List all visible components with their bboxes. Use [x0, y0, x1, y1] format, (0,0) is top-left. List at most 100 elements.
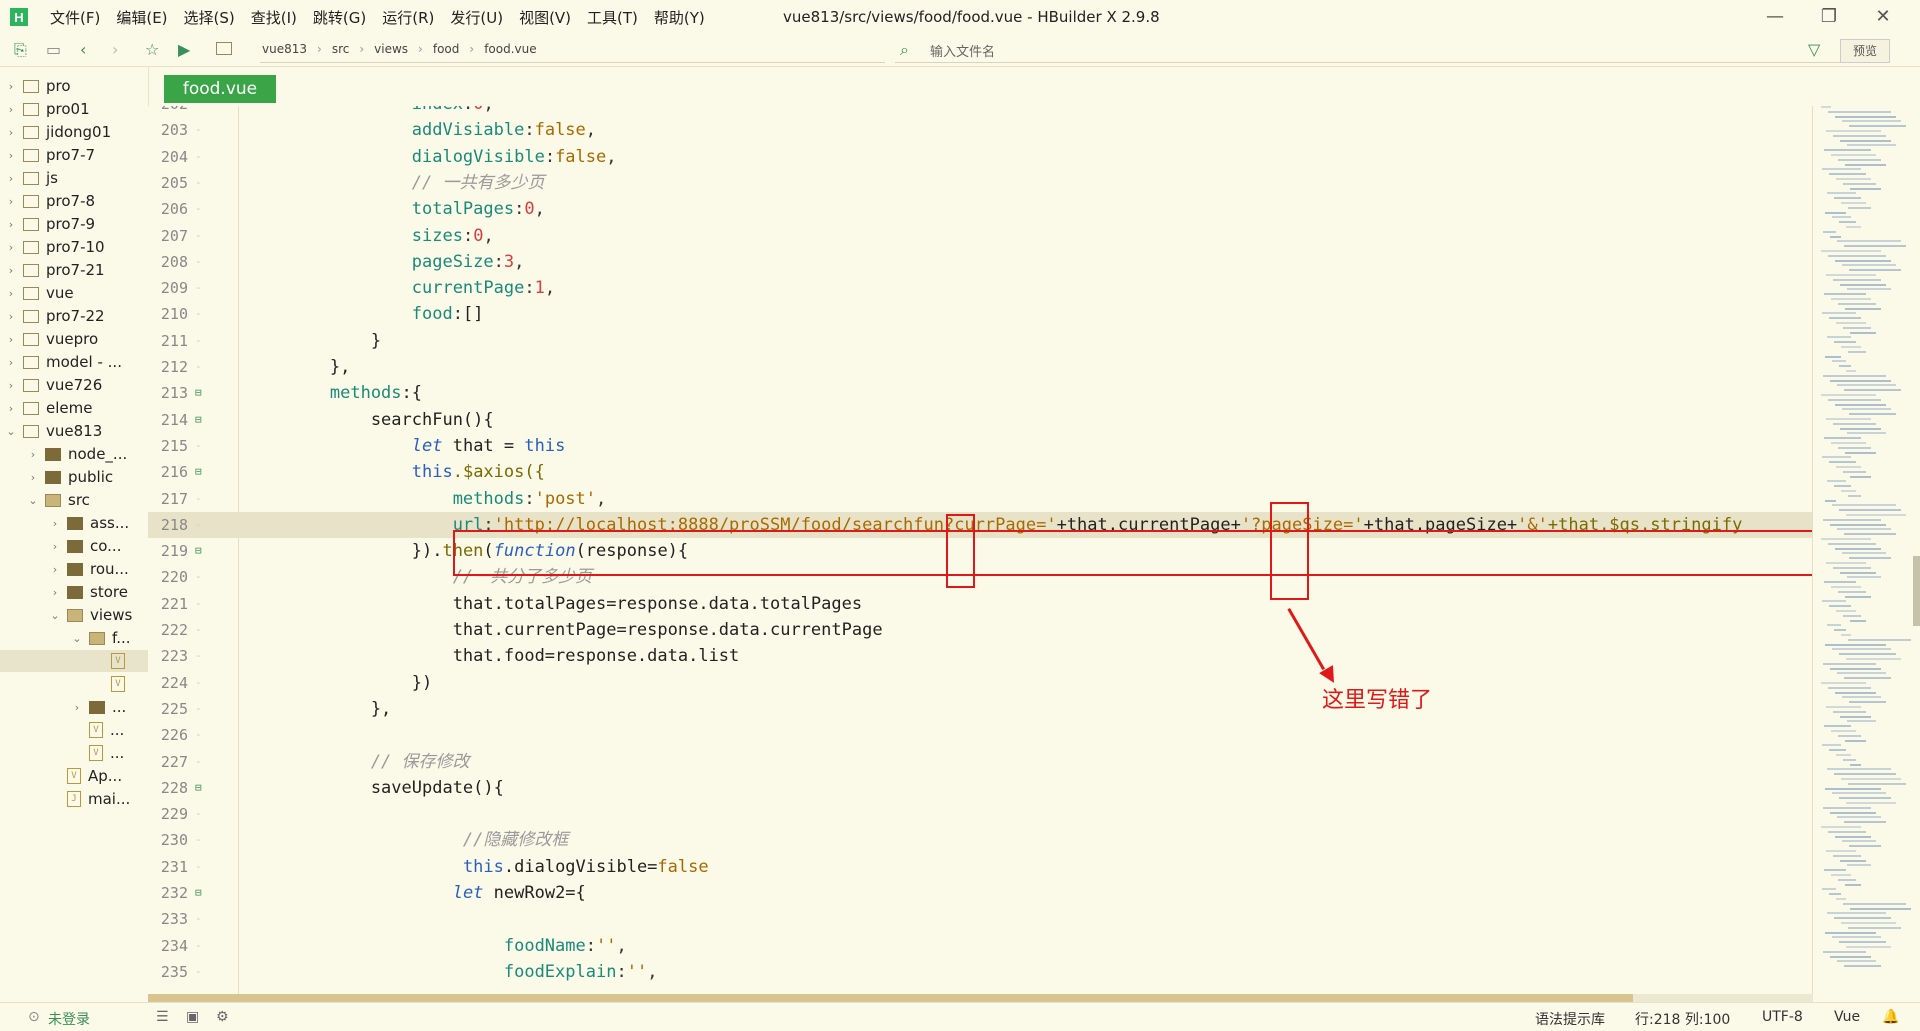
horizontal-scrollbar[interactable] — [148, 994, 1813, 1002]
menu-item[interactable]: 跳转(G) — [313, 7, 366, 28]
chevron-down-icon[interactable]: ⌄ — [48, 609, 62, 622]
tree-item[interactable]: › pro7-10 — [0, 236, 148, 258]
chevron-right-icon[interactable]: › — [26, 471, 40, 484]
code-line[interactable]: 216 ⊟ this.$axios({ — [148, 459, 1813, 485]
breadcrumb-item[interactable]: src — [332, 42, 350, 56]
tree-item[interactable]: ⌄ src — [0, 489, 148, 511]
tree-item[interactable]: › vuepro — [0, 328, 148, 350]
tree-item[interactable]: › node_... — [0, 443, 148, 465]
tree-item[interactable]: ⌄ f... — [0, 627, 148, 649]
tree-item[interactable]: › public — [0, 466, 148, 488]
tree-item[interactable]: › ass... — [0, 512, 148, 534]
tree-item[interactable]: V... — [0, 742, 148, 764]
code-line[interactable]: 222- that.currentPage=response.data.curr… — [148, 617, 1813, 643]
chevron-right-icon[interactable]: › — [48, 586, 62, 599]
chevron-right-icon[interactable]: › — [4, 356, 18, 369]
tree-item[interactable]: › pro7-9 — [0, 213, 148, 235]
tree-item[interactable]: ⌄ views — [0, 604, 148, 626]
file-search-input[interactable]: 输入文件名 — [930, 41, 995, 60]
tree-item[interactable]: › eleme — [0, 397, 148, 419]
code-line[interactable]: 208- pageSize:3, — [148, 249, 1813, 275]
vertical-scroll-thumb[interactable] — [1913, 556, 1920, 626]
minimize-button[interactable]: — — [1748, 2, 1802, 32]
code-line[interactable]: 210- food:[] — [148, 301, 1813, 327]
tree-item[interactable]: › co... — [0, 535, 148, 557]
tree-item[interactable]: › jidong01 — [0, 121, 148, 143]
chevron-right-icon[interactable]: › — [26, 448, 40, 461]
code-line[interactable]: 234- foodName:'', — [148, 933, 1813, 959]
fold-toggle-icon[interactable]: ⊟ — [195, 538, 205, 564]
chevron-right-icon[interactable]: › — [70, 701, 84, 714]
tree-item[interactable]: V — [0, 673, 148, 695]
tab-food-vue[interactable]: food.vue — [164, 75, 276, 103]
code-line[interactable]: 205- // 一共有多少页 — [148, 170, 1813, 196]
chevron-right-icon[interactable]: › — [4, 80, 18, 93]
tree-item[interactable]: › pro7-22 — [0, 305, 148, 327]
tree-item[interactable]: V — [0, 650, 148, 672]
menu-item[interactable]: 编辑(E) — [116, 7, 167, 28]
menu-item[interactable]: 选择(S) — [184, 7, 235, 28]
chevron-down-icon[interactable]: ⌄ — [70, 632, 84, 645]
code-line[interactable]: 227- // 保存修改 — [148, 749, 1813, 775]
filter-icon[interactable]: ▽ — [1808, 40, 1820, 59]
chevron-right-icon[interactable]: › — [4, 264, 18, 277]
tree-item[interactable]: › rou... — [0, 558, 148, 580]
new-file-icon[interactable]: ⎘ — [14, 40, 27, 60]
chevron-right-icon[interactable]: › — [48, 540, 62, 553]
chevron-right-icon[interactable]: › — [48, 563, 62, 576]
menu-item[interactable]: 运行(R) — [382, 7, 434, 28]
tree-item[interactable]: ⌄ vue813 — [0, 420, 148, 442]
fold-toggle-icon[interactable]: ⊟ — [195, 407, 205, 433]
code-line[interactable]: 235- foodExplain:'', — [148, 959, 1813, 985]
terminal-icon[interactable]: ▣ — [186, 1009, 199, 1025]
chevron-right-icon[interactable]: › — [4, 310, 18, 323]
code-line[interactable]: 202- index:0, — [148, 106, 1813, 117]
chevron-right-icon[interactable]: › — [4, 195, 18, 208]
menu-item[interactable]: 视图(V) — [519, 7, 571, 28]
tree-item[interactable]: › vue — [0, 282, 148, 304]
cursor-position[interactable]: 行:218 列:100 — [1635, 1009, 1730, 1029]
tree-item[interactable]: › pro7-8 — [0, 190, 148, 212]
breadcrumb-item[interactable]: views — [374, 42, 408, 56]
tree-item[interactable]: ›... — [0, 696, 148, 718]
notification-bell-icon[interactable]: 🔔 — [1882, 1009, 1899, 1025]
code-line[interactable]: 232 ⊟ let newRow2={ — [148, 880, 1813, 906]
chevron-right-icon[interactable]: › — [4, 333, 18, 346]
chevron-right-icon[interactable]: › — [4, 241, 18, 254]
code-line[interactable]: 233- — [148, 906, 1813, 932]
star-icon[interactable]: ☆ — [145, 40, 159, 59]
chevron-right-icon[interactable]: › — [4, 379, 18, 392]
menu-item[interactable]: 文件(F) — [50, 7, 100, 28]
code-line[interactable]: 215- let that = this — [148, 433, 1813, 459]
chevron-right-icon[interactable]: › — [48, 517, 62, 530]
code-line[interactable]: 212- }, — [148, 354, 1813, 380]
language-mode[interactable]: Vue — [1834, 1009, 1860, 1025]
code-line[interactable]: 214 ⊟ searchFun(){ — [148, 407, 1813, 433]
fold-toggle-icon[interactable]: ⊟ — [195, 459, 205, 485]
breadcrumb-item[interactable]: food — [433, 42, 460, 56]
minimap[interactable] — [1812, 106, 1920, 994]
breadcrumb-item[interactable]: food.vue — [484, 42, 536, 56]
breadcrumb-item[interactable]: vue813 — [262, 42, 307, 56]
chevron-right-icon[interactable]: › — [4, 402, 18, 415]
code-line[interactable]: 229- — [148, 801, 1813, 827]
tree-item[interactable]: V... — [0, 719, 148, 741]
tree-item[interactable]: › pro — [0, 75, 148, 97]
preview-button[interactable]: 预览 — [1840, 39, 1890, 63]
run-icon[interactable]: ▶ — [178, 40, 190, 59]
maximize-button[interactable]: ❐ — [1802, 2, 1856, 32]
tree-item[interactable]: › pro01 — [0, 98, 148, 120]
chevron-down-icon[interactable]: ⌄ — [26, 494, 40, 507]
menu-item[interactable]: 发行(U) — [450, 7, 503, 28]
menu-item[interactable]: 帮助(Y) — [654, 7, 705, 28]
plugin-icon[interactable]: ⚙ — [216, 1009, 229, 1025]
chevron-right-icon[interactable]: › — [4, 287, 18, 300]
code-line[interactable]: 209- currentPage:1, — [148, 275, 1813, 301]
code-line[interactable]: 217- methods:'post', — [148, 486, 1813, 512]
tree-item[interactable]: › js — [0, 167, 148, 189]
code-line[interactable]: 206- totalPages:0, — [148, 196, 1813, 222]
chevron-right-icon[interactable]: › — [4, 149, 18, 162]
chevron-right-icon[interactable]: › — [4, 103, 18, 116]
file-encoding[interactable]: UTF-8 — [1762, 1009, 1803, 1025]
tree-item[interactable]: › pro7-7 — [0, 144, 148, 166]
